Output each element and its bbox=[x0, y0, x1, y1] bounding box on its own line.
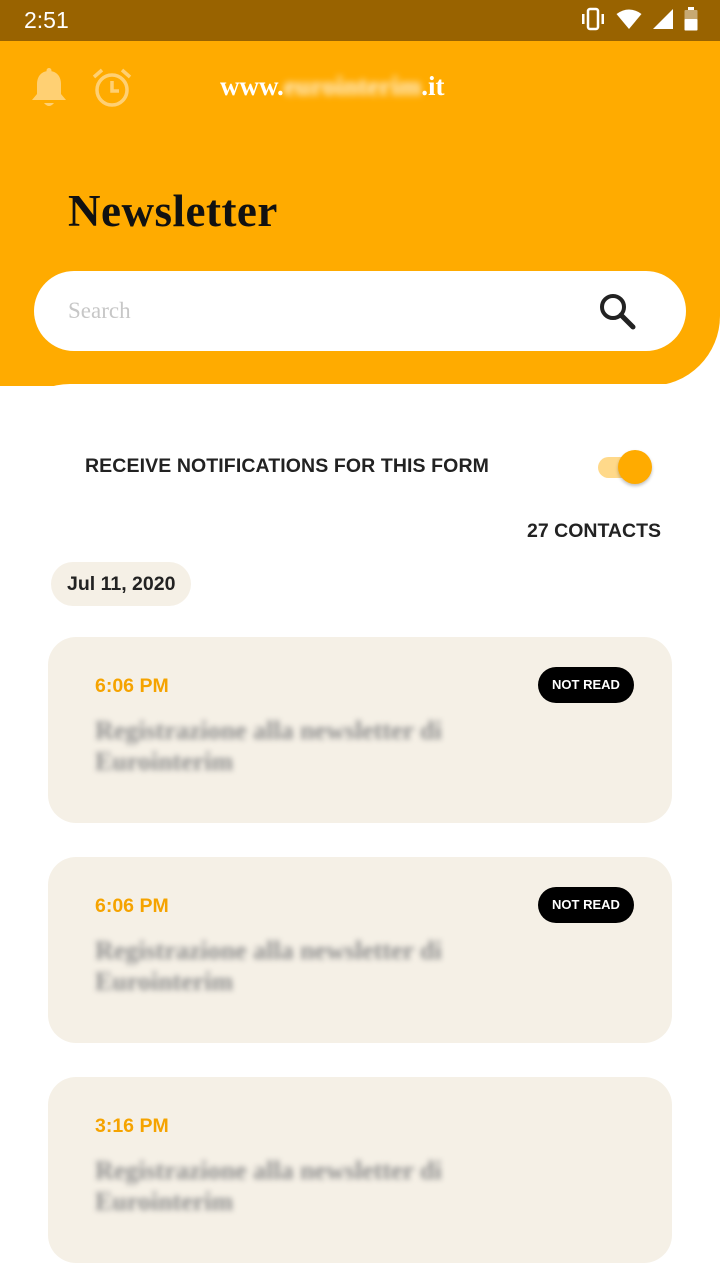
status-icons bbox=[580, 6, 698, 36]
search-input[interactable] bbox=[68, 289, 568, 333]
search-icon[interactable] bbox=[597, 291, 639, 333]
search-bar bbox=[34, 271, 686, 351]
vibrate-icon bbox=[580, 7, 606, 36]
card-text: Registrazione alla newsletter di Euroint… bbox=[95, 1156, 442, 1216]
submission-card[interactable]: 6:06 PM NOT READ Registrazione alla news… bbox=[48, 637, 672, 823]
submission-card[interactable]: 6:06 PM NOT READ Registrazione alla news… bbox=[48, 857, 672, 1043]
notifications-toggle[interactable] bbox=[596, 450, 654, 484]
alarm-clock-icon[interactable] bbox=[91, 67, 133, 109]
battery-icon bbox=[684, 6, 698, 36]
status-time: 2:51 bbox=[24, 7, 69, 33]
submission-card[interactable]: 3:16 PM Registrazione alla newsletter di… bbox=[48, 1077, 672, 1263]
wifi-icon bbox=[616, 8, 642, 35]
card-text: Registrazione alla newsletter di Euroint… bbox=[95, 716, 442, 776]
site-url: www.eurointerim.it bbox=[220, 71, 444, 102]
bell-icon[interactable] bbox=[28, 67, 70, 109]
site-url-suffix: .it bbox=[421, 71, 445, 101]
date-group-chip: Jul 11, 2020 bbox=[51, 562, 192, 606]
site-url-prefix: www. bbox=[220, 71, 284, 101]
notifications-label: RECEIVE NOTIFICATIONS FOR THIS FORM bbox=[85, 455, 489, 477]
toggle-knob bbox=[618, 450, 652, 484]
status-bar: 2:51 bbox=[0, 0, 720, 41]
not-read-badge: NOT READ bbox=[538, 887, 634, 923]
contacts-count: 27 CONTACTS bbox=[527, 520, 661, 542]
signal-icon bbox=[652, 8, 674, 35]
card-text: Registrazione alla newsletter di Euroint… bbox=[95, 936, 442, 996]
page-title: Newsletter bbox=[68, 186, 278, 236]
card-time: 6:06 PM bbox=[95, 675, 169, 697]
not-read-badge: NOT READ bbox=[538, 667, 634, 703]
header: www.eurointerim.it Newsletter bbox=[0, 41, 720, 386]
card-time: 6:06 PM bbox=[95, 895, 169, 917]
card-time: 3:16 PM bbox=[95, 1115, 169, 1137]
site-url-domain: eurointerim bbox=[283, 71, 422, 101]
